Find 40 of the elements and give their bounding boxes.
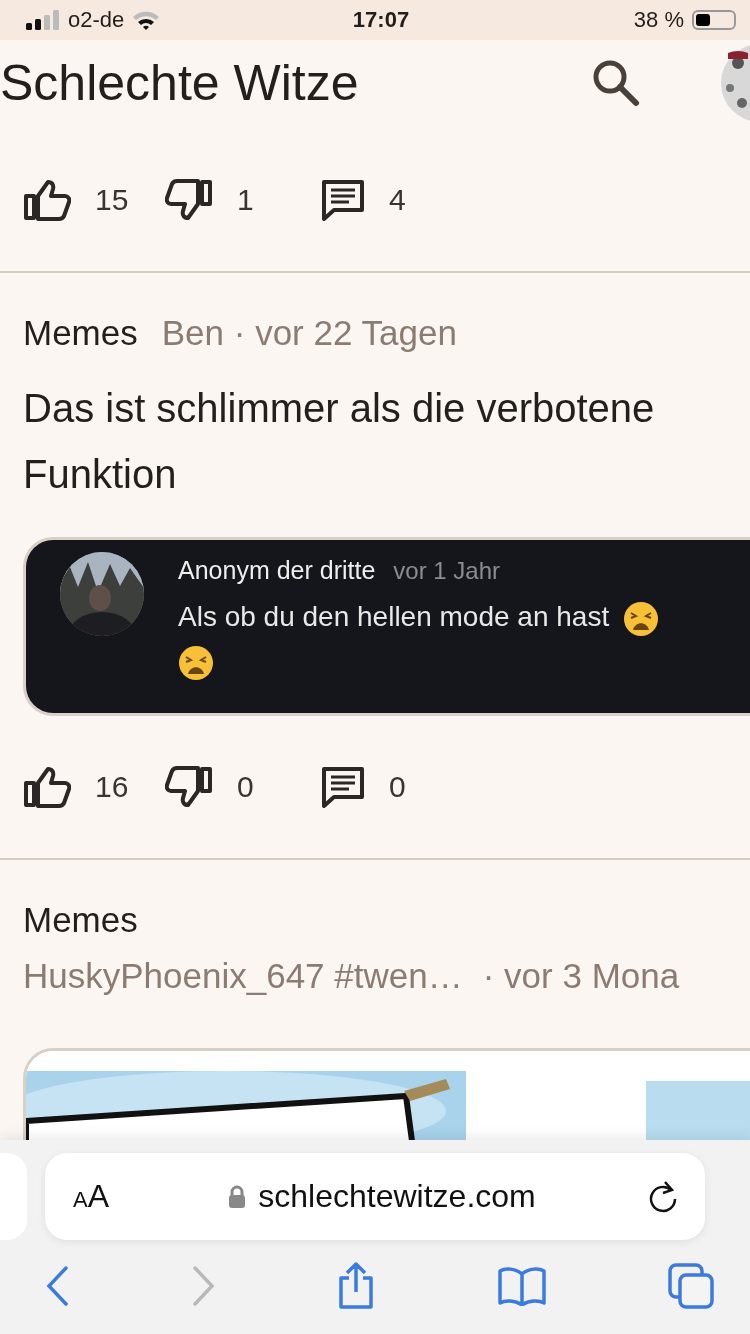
- wifi-icon: [132, 10, 161, 30]
- weary-emoji-icon: [178, 644, 214, 681]
- comment-icon[interactable]: [321, 179, 365, 221]
- dislike-count: 1: [237, 183, 255, 217]
- dislike-count: 0: [237, 770, 255, 804]
- tabs-icon[interactable]: [668, 1263, 714, 1309]
- like-count: 16: [95, 770, 130, 804]
- back-icon[interactable]: [46, 1266, 70, 1306]
- thumbs-up-icon[interactable]: [23, 179, 71, 221]
- battery-percentage: 38 %: [633, 7, 684, 33]
- post-date: · vor 3 Mona: [482, 956, 680, 996]
- thumbs-down-icon[interactable]: [165, 179, 213, 221]
- thumbs-down-icon[interactable]: [165, 766, 213, 808]
- comment-card[interactable]: Anonym der dritte vor 1 Jahr Als ob du den hellen mode an hast: [23, 537, 750, 716]
- address-bar[interactable]: AA schlechtewitze.com: [45, 1153, 705, 1240]
- post-meta: Ben · vor 22 Tagen: [161, 313, 457, 353]
- post-text: Das ist schlimmer als die verbotene Funktion: [23, 385, 656, 498]
- reload-icon[interactable]: [647, 1179, 679, 1214]
- weary-emoji-icon: [623, 600, 659, 637]
- signal-icon: [26, 10, 60, 30]
- comment-icon[interactable]: [321, 766, 365, 808]
- site-title[interactable]: Schlechte Witze: [0, 53, 590, 112]
- category-label[interactable]: Memes: [23, 900, 138, 940]
- comment-count: 0: [389, 770, 407, 804]
- bookmarks-icon[interactable]: [497, 1266, 547, 1306]
- reader-button[interactable]: AA: [65, 1174, 118, 1219]
- clock: 17:07: [352, 7, 410, 33]
- like-count: 15: [95, 183, 130, 217]
- author-name[interactable]: HuskyPhoenix_647 #twen…: [23, 956, 463, 996]
- thumbs-up-icon[interactable]: [23, 766, 71, 808]
- url-text: schlechtewitze.com: [258, 1178, 536, 1215]
- lock-icon: [228, 1184, 247, 1209]
- share-icon[interactable]: [336, 1262, 376, 1310]
- comment-time: vor 1 Jahr: [393, 557, 501, 585]
- battery-icon: [692, 10, 736, 30]
- category-label[interactable]: Memes: [23, 313, 138, 353]
- comment-author[interactable]: Anonym der dritte: [178, 556, 376, 585]
- comment-count: 4: [389, 183, 407, 217]
- comment-text: Als ob du den hellen mode an hast: [178, 601, 610, 632]
- carrier-name: o2-de: [68, 7, 125, 33]
